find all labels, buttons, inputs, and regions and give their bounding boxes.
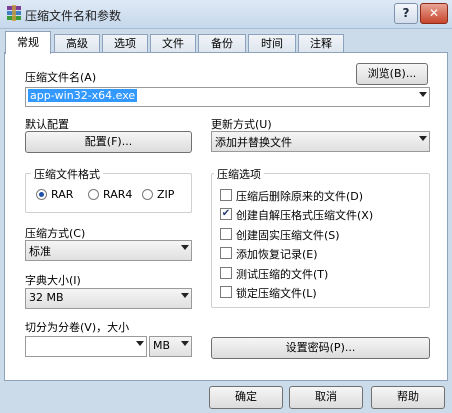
update-mode-value: 添加并替换文件 [215, 136, 292, 149]
winrar-app-icon [6, 5, 22, 21]
tab-advanced[interactable]: 高级 [54, 34, 100, 53]
split-unit-select[interactable]: MB [149, 336, 192, 357]
tab-comment[interactable]: 注释 [298, 34, 344, 53]
dictionary-size-label: 字典大小(I) [25, 274, 81, 287]
split-size-combobox[interactable] [25, 336, 147, 357]
format-zip-label[interactable]: ZIP [157, 188, 174, 201]
create-sfx-label[interactable]: 创建自解压格式压缩文件(X) [236, 207, 373, 223]
chevron-down-icon[interactable] [181, 245, 189, 250]
compression-method-select[interactable]: 标准 [25, 240, 192, 261]
cancel-button[interactable]: 取消 [289, 386, 363, 409]
create-sfx-checkbox[interactable]: ✔ [220, 208, 232, 220]
default-profile-label: 默认配置 [25, 118, 69, 131]
test-files-label[interactable]: 测试压缩的文件(T) [236, 266, 328, 282]
dictionary-size-value: 32 MB [29, 291, 64, 304]
ok-button[interactable]: 确定 [209, 386, 283, 409]
browse-button[interactable]: 浏览(B)... [356, 63, 428, 85]
lock-archive-checkbox[interactable] [220, 286, 232, 298]
radio-dot [39, 192, 44, 197]
delete-after-label[interactable]: 压缩后删除原来的文件(D) [236, 188, 363, 204]
split-volumes-label: 切分为分卷(V)，大小 [25, 321, 130, 334]
format-rar-radio[interactable] [36, 189, 47, 200]
archive-format-title: 压缩文件格式 [31, 166, 103, 182]
recovery-record-checkbox[interactable] [220, 247, 232, 259]
delete-after-checkbox[interactable] [220, 189, 232, 201]
chevron-down-icon[interactable] [419, 136, 427, 141]
format-rar4-radio[interactable] [88, 189, 99, 200]
tab-backup[interactable]: 备份 [198, 34, 246, 53]
chevron-down-icon[interactable] [136, 341, 144, 346]
profiles-button[interactable]: 配置(F)... [25, 131, 192, 153]
chevron-down-icon[interactable] [181, 341, 189, 346]
compression-method-value: 标准 [29, 245, 51, 258]
archiving-options-title: 压缩选项 [214, 166, 264, 182]
update-mode-select[interactable]: 添加并替换文件 [211, 131, 430, 152]
archive-name-label: 压缩文件名(A) [25, 71, 97, 84]
recovery-record-label[interactable]: 添加恢复记录(E) [236, 246, 318, 262]
tab-time[interactable]: 时间 [248, 34, 296, 53]
archive-name-input[interactable]: app-win32-x64.exe [28, 89, 138, 102]
dictionary-size-select[interactable]: 32 MB [25, 288, 192, 309]
split-unit-value: MB [153, 339, 171, 352]
chevron-down-icon[interactable] [419, 92, 427, 97]
close-icon: ✕ [428, 6, 440, 20]
help-title-button[interactable]: ? [394, 3, 418, 24]
create-solid-label[interactable]: 创建固实压缩文件(S) [236, 227, 340, 243]
dialog-window: 压缩文件名和参数 ? ✕ 常规 高级 选项 文件 备份 时间 注释 压缩文件名(… [0, 0, 452, 413]
tab-options[interactable]: 选项 [102, 34, 148, 53]
lock-archive-label[interactable]: 锁定压缩文件(L) [236, 285, 317, 301]
set-password-button[interactable]: 设置密码(P)... [211, 337, 430, 359]
chevron-down-icon[interactable] [181, 293, 189, 298]
format-rar-label[interactable]: RAR [51, 188, 73, 201]
window-title: 压缩文件名和参数 [25, 9, 122, 23]
compression-method-label: 压缩方式(C) [25, 227, 86, 240]
create-solid-checkbox[interactable] [220, 228, 232, 240]
test-files-checkbox[interactable] [220, 267, 232, 279]
update-mode-label: 更新方式(U) [211, 118, 272, 131]
close-title-button[interactable]: ✕ [420, 3, 448, 24]
format-rar4-label[interactable]: RAR4 [103, 188, 132, 201]
title-bar[interactable]: 压缩文件名和参数 ? ✕ [0, 0, 452, 29]
checkmark-icon: ✔ [221, 208, 231, 219]
archive-name-combobox[interactable]: app-win32-x64.exe [25, 87, 430, 107]
tab-files[interactable]: 文件 [150, 34, 196, 53]
tab-general[interactable]: 常规 [5, 31, 51, 54]
format-zip-radio[interactable] [142, 189, 153, 200]
help-button[interactable]: 帮助 [371, 386, 445, 409]
